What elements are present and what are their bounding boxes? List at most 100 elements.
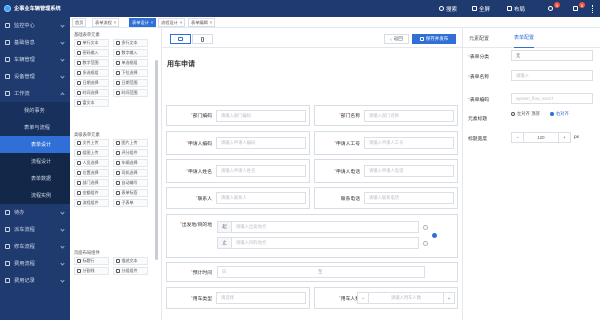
applicant-phone-input[interactable]: 请输入申请人电话 <box>364 165 454 177</box>
sidebar-item-after-2[interactable]: 修车流程 <box>0 238 70 255</box>
tab-element-config[interactable]: 元素配置 <box>469 28 489 48</box>
sidebar-item-after-4[interactable]: 费用记录 <box>0 272 70 289</box>
label-position-radio-0[interactable]: 左对齐 顶部 <box>511 111 545 117</box>
save-publish-button[interactable]: 保存并发布 <box>412 34 456 44</box>
count-input[interactable]: 请输入用车人数 <box>369 295 443 301</box>
component-item[interactable]: 富文本 <box>74 99 109 107</box>
field-car-type[interactable]: * 用车类型 请选择 <box>166 287 310 309</box>
remove-origin-icon[interactable] <box>423 225 428 230</box>
form-name-input[interactable]: 请输入 <box>511 70 593 81</box>
field-dept-name[interactable]: * 部门名称 请输入部门名称 <box>314 105 458 126</box>
sidebar-item-3[interactable]: 设备管理 <box>0 68 70 85</box>
component-item[interactable]: 子表单 <box>113 199 148 207</box>
close-icon[interactable]: × <box>180 20 182 25</box>
sidebar-item-0[interactable]: 监控中心 <box>0 17 70 34</box>
sidebar-item-after-1[interactable]: 派车流程 <box>0 221 70 238</box>
close-icon[interactable]: × <box>151 20 153 25</box>
component-item[interactable]: 标题行 <box>74 257 109 265</box>
contact-input[interactable]: 请输入联系人 <box>216 192 306 204</box>
component-item[interactable]: 位置选择 <box>74 169 109 177</box>
field-applicant-code[interactable]: * 申请人编码 请输入申请人编码 <box>166 131 310 155</box>
tab-4[interactable]: 表单编辑 × <box>188 18 216 27</box>
component-item[interactable]: 表单标签 <box>113 189 148 197</box>
message-button[interactable] <box>573 0 578 17</box>
component-item[interactable]: 数字输入 <box>113 49 148 57</box>
tab-1[interactable]: 表单流程 × <box>92 18 120 27</box>
components-scrollbar[interactable] <box>155 60 158 260</box>
count-minus-button[interactable]: − <box>358 293 369 303</box>
applicant-no-input[interactable]: 请输入申请人工号 <box>364 137 454 149</box>
label-width-input[interactable]: 120 <box>524 135 558 140</box>
notification-button[interactable] <box>548 0 553 17</box>
mobile-view-button[interactable] <box>192 34 213 44</box>
component-item[interactable]: 分割线 <box>74 267 109 275</box>
component-item[interactable]: 分组组件 <box>113 267 148 275</box>
desktop-view-button[interactable] <box>170 34 191 44</box>
tab-0[interactable]: 首页 <box>72 18 87 27</box>
component-item[interactable]: 人员选择 <box>74 159 109 167</box>
component-item[interactable]: 评分组件 <box>113 149 148 157</box>
component-item[interactable]: 单行文本 <box>74 39 109 47</box>
dept-code-input[interactable]: 请输入部门编码 <box>216 110 306 122</box>
search-button[interactable]: 搜索 <box>439 0 457 17</box>
component-item[interactable]: 部门选择 <box>74 179 109 187</box>
tab-2[interactable]: 表单设计 × <box>129 18 157 27</box>
component-item[interactable]: 流程组件 <box>74 199 109 207</box>
sidebar-item-2[interactable]: 车辆管理 <box>0 51 70 68</box>
component-item[interactable]: 组图上传 <box>74 149 109 157</box>
sidebar-form-item-2[interactable]: 表单数据 <box>0 170 70 187</box>
component-item[interactable]: 多选框组 <box>74 69 109 77</box>
more-button[interactable] <box>592 0 594 17</box>
back-button[interactable]: ‹ 返回 <box>384 34 409 44</box>
component-item[interactable]: 金额组件 <box>74 189 109 197</box>
sidebar-form-item-1[interactable]: 流程设计 <box>0 153 70 170</box>
component-item[interactable]: 时间范围 <box>113 89 148 97</box>
applicant-code-input[interactable]: 请输入申请人编码 <box>216 137 306 149</box>
field-passenger-count[interactable]: * 用车人数 − 请输入用车人数 + <box>314 287 458 309</box>
component-item[interactable]: 时间选择 <box>74 89 109 97</box>
destination-input[interactable]: 请输入目的地点 <box>231 237 419 249</box>
component-item[interactable]: 单选框组 <box>113 59 148 67</box>
sidebar-item-1[interactable]: 基础信息 <box>0 34 70 51</box>
field-applicant-no[interactable]: * 申请人工号 请输入申请人工号 <box>314 131 458 155</box>
label-position-radio-1[interactable]: 右对齐 <box>550 111 584 117</box>
component-item[interactable]: 密码输入 <box>74 49 109 57</box>
tab-3[interactable]: 流程设计 × <box>158 18 186 27</box>
component-item[interactable]: 日期范围 <box>113 79 148 87</box>
component-item[interactable]: 下拉选择 <box>113 69 148 77</box>
remove-destination-icon[interactable] <box>423 241 428 246</box>
component-item[interactable]: 自动编号 <box>113 179 148 187</box>
component-item[interactable]: 文件上传 <box>74 139 109 147</box>
sidebar-subitem-1[interactable]: 表单与流程 <box>0 119 70 136</box>
close-icon[interactable]: × <box>210 20 212 25</box>
component-item[interactable]: 数字范围 <box>74 59 109 67</box>
component-item[interactable]: 日期选择 <box>74 79 109 87</box>
sidebar-form-item-3[interactable]: 流程实例 <box>0 187 70 204</box>
field-time[interactable]: * 预计时间 日 至 <box>166 262 458 282</box>
field-applicant-name[interactable]: * 申请人姓名 请输入申请人姓名 <box>166 159 310 183</box>
applicant-name-input[interactable]: 请输入申请人姓名 <box>216 165 306 177</box>
car-type-select[interactable]: 请选择 <box>216 292 306 304</box>
component-item[interactable]: 车辆选择 <box>113 159 148 167</box>
dept-name-input[interactable]: 请输入部门名称 <box>364 110 454 122</box>
contact-phone-input[interactable]: 请输入联系电话 <box>364 192 454 204</box>
label-width-minus-button[interactable]: − <box>512 132 524 143</box>
component-item[interactable]: 司机选择 <box>113 169 148 177</box>
count-plus-button[interactable]: + <box>443 293 454 303</box>
sidebar-item-after-3[interactable]: 费用流程 <box>0 255 70 272</box>
time-range-input[interactable]: 日 至 <box>217 266 425 278</box>
close-icon[interactable]: × <box>114 20 116 25</box>
sidebar-item-4[interactable]: 工作流 <box>0 85 70 102</box>
field-applicant-phone[interactable]: * 申请人电话 请输入申请人电话 <box>314 159 458 183</box>
origin-input[interactable]: 请输入出发地点 <box>231 221 419 233</box>
field-origin-destination[interactable]: * 出发地/目的地 起 请输入出发地点 止 请输入目的地点 <box>166 214 458 258</box>
component-item[interactable]: 图片上传 <box>113 139 148 147</box>
form-code-input[interactable]: system_flow_vce17 <box>511 93 593 104</box>
category-select[interactable]: 无 <box>511 50 593 61</box>
tab-form-config[interactable]: 表单配置 <box>514 28 535 48</box>
field-contact[interactable]: * 联系人 请输入联系人 <box>166 187 310 209</box>
component-item[interactable]: 多行文本 <box>113 39 148 47</box>
sidebar-subitem-0[interactable]: 我的事务 <box>0 102 70 119</box>
add-stop-icon[interactable] <box>432 233 437 238</box>
field-contact-phone[interactable]: 联系电话 请输入联系电话 <box>314 187 458 209</box>
